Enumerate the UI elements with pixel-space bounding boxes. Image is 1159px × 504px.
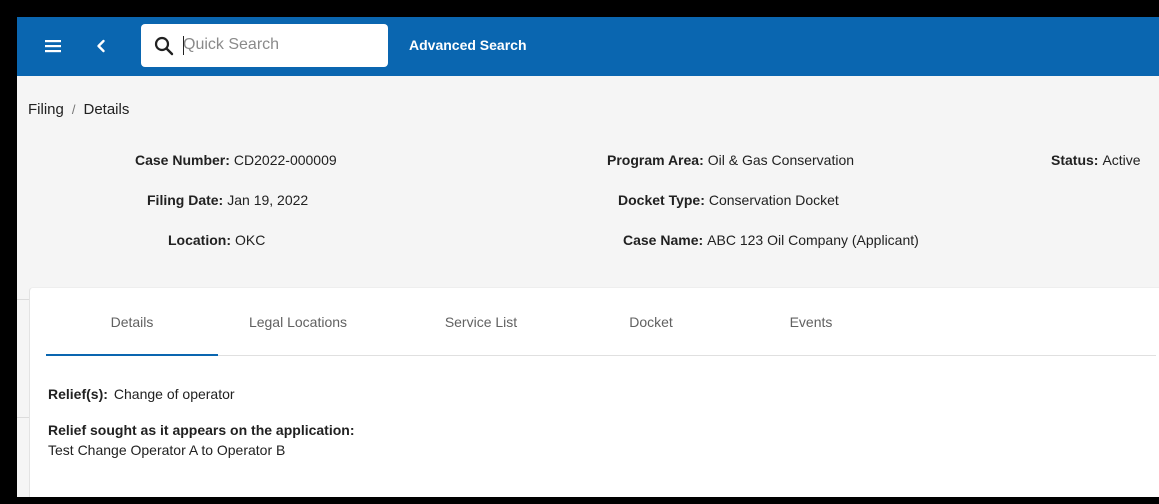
relief-sought-value: Test Change Operator A to Operator B [48,442,286,458]
tab-events[interactable]: Events [746,288,876,356]
left-rail-divider [17,299,29,300]
case-number-field: Case Number: CD2022-000009 [135,152,337,168]
program-area-value: Oil & Gas Conservation [707,152,855,168]
active-tab-indicator [46,354,218,356]
advanced-search-link[interactable]: Advanced Search [409,37,527,53]
program-area-label: Program Area: [607,152,704,168]
breadcrumb-item-details: Details [83,101,130,118]
tab-details-label: Details [110,314,154,330]
location-field: Location: OKC [168,232,265,248]
filing-date-field: Filing Date: Jan 19, 2022 [147,192,308,208]
tab-events-label: Events [789,314,833,330]
hamburger-menu-icon[interactable] [41,34,65,58]
filing-date-value: Jan 19, 2022 [227,192,309,208]
breadcrumb: Filing / Details [28,101,129,118]
relief-label: Relief(s): [48,386,108,402]
relief-sought-label: Relief sought as it appears on the appli… [48,422,355,438]
quick-search-input[interactable] [183,32,378,58]
status-value: Active [1102,152,1141,168]
app-bar: Advanced Search [17,17,1159,76]
tab-details[interactable]: Details [46,288,218,356]
case-number-value: CD2022-000009 [233,152,337,168]
tab-docket[interactable]: Docket [586,288,716,356]
case-number-label: Case Number: [135,152,230,168]
tab-service-list[interactable]: Service List [406,288,556,356]
breadcrumb-separator: / [71,102,76,117]
program-area-field: Program Area: Oil & Gas Conservation [607,152,854,168]
location-value: OKC [235,232,266,248]
status-label: Status: [1051,152,1099,168]
tab-bar: Details Legal Locations Service List Doc… [46,288,1156,356]
status-field: Status: Active [1051,152,1141,168]
details-card: Details Legal Locations Service List Doc… [29,287,1159,497]
magnifier-icon [153,35,175,57]
tab-legal-locations-label: Legal Locations [248,314,348,330]
quick-search-box[interactable] [141,24,388,67]
tab-service-list-label: Service List [444,314,518,330]
filing-date-label: Filing Date: [147,192,224,208]
left-rail-divider [17,417,29,418]
tab-docket-label: Docket [629,314,673,330]
docket-type-field: Docket Type: Conservation Docket [618,192,839,208]
text-caret [183,36,184,55]
case-name-field: Case Name: ABC 123 Oil Company (Applicant… [623,232,919,248]
tab-legal-locations[interactable]: Legal Locations [218,288,378,356]
relief-value: Change of operator [113,386,235,402]
docket-type-label: Docket Type: [618,192,705,208]
case-name-value: ABC 123 Oil Company (Applicant) [707,232,919,248]
docket-type-value: Conservation Docket [708,192,839,208]
chevron-left-icon[interactable] [89,34,113,58]
case-name-label: Case Name: [623,232,704,248]
breadcrumb-item-filing[interactable]: Filing [28,101,64,118]
location-label: Location: [168,232,231,248]
app-window: Advanced Search Filing / Details Case Numb… [17,17,1159,497]
relief-field: Relief(s): Change of operator [48,386,235,402]
